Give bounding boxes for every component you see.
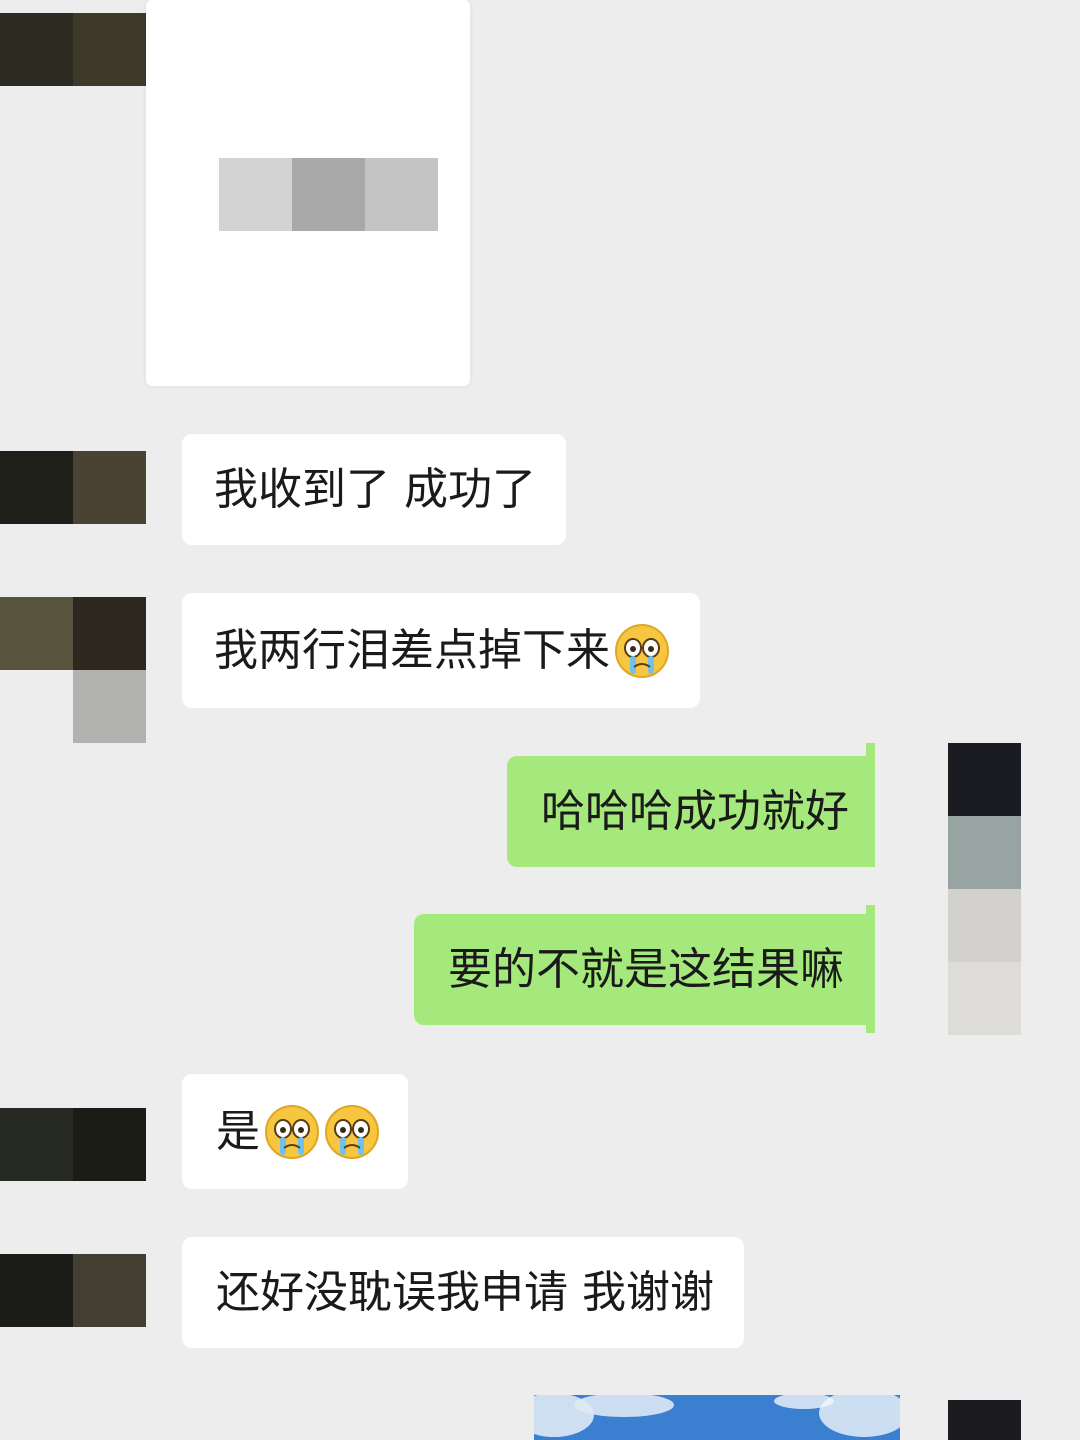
message-text: 我收到了 成功了 bbox=[214, 463, 536, 515]
message-text: 是 bbox=[216, 1105, 260, 1157]
message-bubble[interactable]: 是 bbox=[182, 1074, 408, 1189]
chat-window: 我收到了 成功了 我两行泪差点掉下来 哈哈哈成功就好 要的不就是这结果嘛 是 还… bbox=[0, 0, 1080, 1440]
crying-emoji-icon bbox=[265, 1104, 319, 1159]
bubble-edge bbox=[866, 743, 875, 867]
message-text: 要的不就是这结果嘛 bbox=[448, 943, 844, 995]
image-message[interactable] bbox=[146, 0, 470, 386]
message-text: 我两行泪差点掉下来 bbox=[214, 624, 610, 676]
sender-avatar[interactable] bbox=[0, 1254, 146, 1327]
message-bubble[interactable]: 我两行泪差点掉下来 bbox=[182, 593, 700, 708]
blurred-document-image bbox=[219, 158, 438, 231]
message-text: 哈哈哈成功就好 bbox=[541, 785, 849, 837]
message-text: 还好没耽误我申请 我谢谢 bbox=[216, 1266, 714, 1318]
message-bubble[interactable]: 我收到了 成功了 bbox=[182, 434, 566, 545]
self-avatar[interactable] bbox=[948, 743, 1021, 1035]
crying-emoji-icon bbox=[325, 1104, 379, 1159]
sky-photo-message[interactable] bbox=[534, 1395, 900, 1440]
sender-avatar[interactable] bbox=[0, 1108, 146, 1181]
sender-avatar[interactable] bbox=[0, 13, 146, 86]
sky-photo-icon bbox=[534, 1395, 900, 1440]
self-avatar[interactable] bbox=[948, 1400, 1021, 1440]
message-bubble-outgoing[interactable]: 哈哈哈成功就好 bbox=[507, 756, 866, 867]
crying-emoji-icon bbox=[615, 623, 669, 678]
bubble-edge bbox=[866, 905, 875, 1033]
message-bubble[interactable]: 还好没耽误我申请 我谢谢 bbox=[182, 1237, 744, 1348]
sender-avatar[interactable] bbox=[0, 451, 146, 524]
message-bubble-outgoing[interactable]: 要的不就是这结果嘛 bbox=[414, 914, 866, 1025]
sender-avatar[interactable] bbox=[0, 597, 146, 743]
